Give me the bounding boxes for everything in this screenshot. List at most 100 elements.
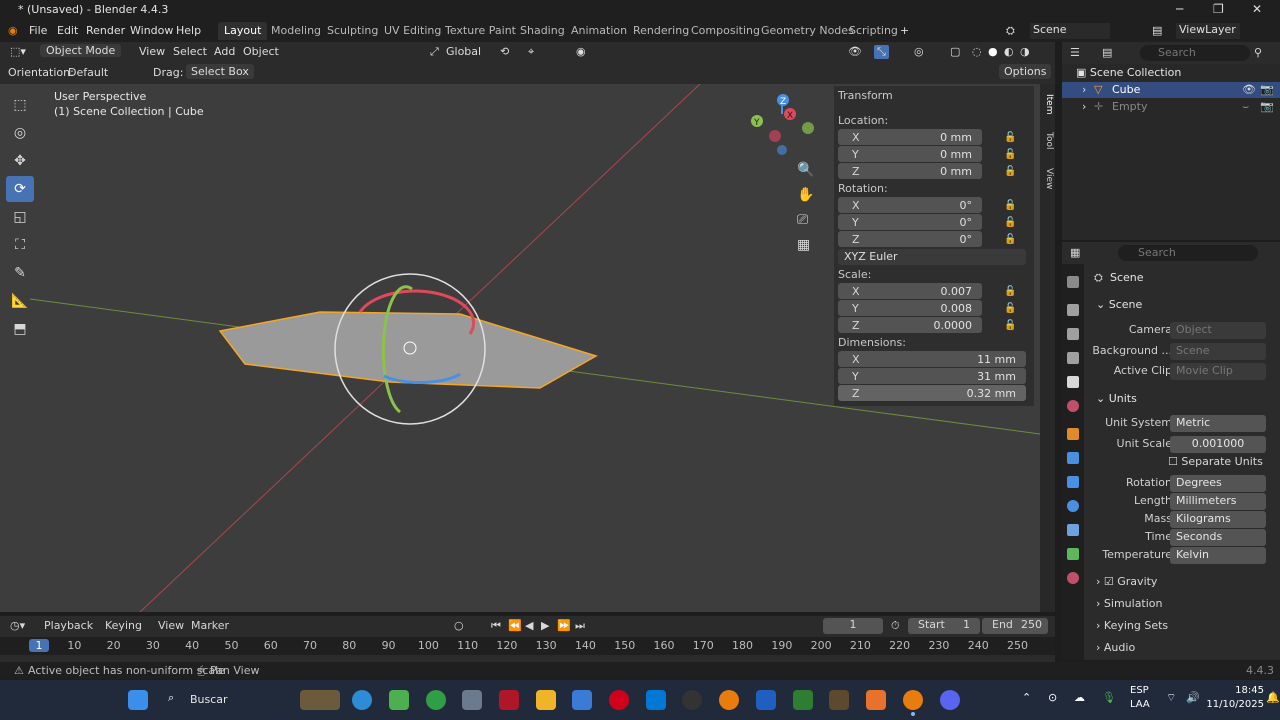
file-explorer-icon[interactable] — [536, 690, 556, 710]
widget-icon[interactable] — [300, 690, 340, 710]
rotation-y-field[interactable]: Y 0° — [838, 214, 982, 230]
filter-icon[interactable]: ⚲ — [1254, 46, 1262, 59]
object-tab-icon[interactable] — [1067, 428, 1079, 440]
properties-search-input[interactable]: Search — [1118, 245, 1258, 261]
viewlayer-selector[interactable]: ViewLayer — [1176, 23, 1240, 39]
start-frame-field[interactable]: Start 1 — [908, 618, 980, 634]
jump-end-icon[interactable]: ⏭ — [575, 619, 585, 633]
physics-tab-icon[interactable] — [1067, 500, 1079, 512]
add-workspace-icon[interactable]: + — [900, 24, 909, 37]
tab-texture-paint[interactable]: Texture Paint — [439, 22, 522, 40]
eye-closed-icon[interactable]: ⌣ — [1242, 100, 1249, 114]
tab-compositing[interactable]: Compositing — [685, 22, 766, 40]
simulation-panel-header[interactable]: › Simulation — [1096, 597, 1163, 610]
unit-scale-field[interactable]: 0.001000 — [1170, 436, 1266, 453]
lock-icon[interactable]: 🔓 — [1004, 234, 1016, 245]
minimize-icon[interactable]: ─ — [1176, 2, 1183, 16]
display-mode-icon[interactable]: ▤ — [1102, 46, 1112, 59]
tool-tab-icon[interactable] — [1067, 276, 1079, 288]
clock-date[interactable]: 11/10/2025 — [1204, 699, 1264, 710]
mode-dropdown[interactable]: Object Mode — [40, 44, 122, 57]
menu-add[interactable]: Add — [214, 45, 235, 58]
windows-start-icon[interactable] — [128, 690, 148, 710]
scene-collection[interactable]: ▣ Scene Collection — [1076, 66, 1181, 79]
camera-icon[interactable]: 📷 — [1260, 100, 1274, 113]
search-icon[interactable]: ⌕ — [168, 691, 174, 705]
world-tab-icon[interactable] — [1067, 400, 1079, 412]
cursor-icon[interactable]: ◎ — [6, 120, 34, 146]
move-icon[interactable]: ✥ — [6, 148, 34, 174]
frame-ruler[interactable]: 1 10 20 30 40 50 60 70 80 90 100 110 120 130 140 150 160… — [0, 637, 1055, 655]
particles-tab-icon[interactable] — [1067, 476, 1079, 488]
tab-scripting[interactable]: Scripting — [843, 22, 904, 40]
lock-icon[interactable]: 🔓 — [1004, 166, 1016, 177]
dimensions-z-field[interactable]: Z 0.32 mm — [838, 385, 1026, 401]
keying-menu[interactable]: Keying — [105, 619, 142, 632]
current-frame-field[interactable]: 1 — [823, 618, 883, 634]
app-icon[interactable] — [389, 690, 409, 710]
settings-icon[interactable] — [462, 690, 482, 710]
dimensions-x-field[interactable]: X 11 mm — [838, 351, 1026, 367]
virtualbox-icon[interactable] — [756, 690, 776, 710]
add-cube-icon[interactable]: ⬒ — [6, 316, 34, 342]
menu-window[interactable]: Window — [130, 24, 173, 37]
scale-x-field[interactable]: X 0.007 — [838, 283, 982, 299]
lock-icon[interactable]: 🔓 — [1004, 286, 1016, 297]
edge-icon[interactable] — [352, 690, 372, 710]
lang-region[interactable]: LAA — [1130, 699, 1150, 710]
tab-item[interactable]: Item — [1041, 94, 1054, 115]
pivot-icon[interactable]: ⟲ — [500, 45, 509, 58]
xbox-icon[interactable] — [426, 690, 446, 710]
active-clip-field[interactable]: Movie Clip — [1170, 363, 1266, 380]
fl-studio-icon[interactable] — [866, 690, 886, 710]
end-frame-field[interactable]: End 250 — [982, 618, 1048, 634]
time-unit-dropdown[interactable]: Seconds — [1170, 529, 1266, 546]
play-icon[interactable]: ▶ — [541, 619, 549, 632]
outliner-item-cube[interactable]: › ▽ Cube 👁 📷 — [1062, 82, 1280, 98]
play-reverse-icon[interactable]: ◀ — [525, 619, 533, 632]
blender-icon[interactable] — [719, 690, 739, 710]
lock-icon[interactable]: 🔓 — [1004, 200, 1016, 211]
dimensions-y-field[interactable]: Y 31 mm — [838, 368, 1026, 384]
maximize-icon[interactable]: ❐ — [1213, 2, 1224, 16]
prev-keyframe-icon[interactable]: ⏪ — [508, 619, 522, 632]
rendered-shading-icon[interactable]: ◑ — [1020, 45, 1030, 58]
scene-panel-header[interactable]: ⌄ Scene — [1096, 298, 1142, 311]
rotate-icon[interactable]: ⟳ — [6, 176, 34, 202]
annotate-icon[interactable]: ✎ — [6, 260, 34, 286]
scale-y-field[interactable]: Y 0.008 — [838, 300, 982, 316]
timeline-view-menu[interactable]: View — [158, 619, 184, 632]
outliner-item-empty[interactable]: › ✛ Empty ⌣ 📷 — [1062, 99, 1280, 115]
clock-icon[interactable]: ⏱ — [891, 619, 900, 633]
wireframe-shading-icon[interactable]: ◌ — [972, 45, 982, 58]
lang-code[interactable]: ESP — [1130, 685, 1149, 696]
location-x-field[interactable]: X 0 mm — [838, 129, 982, 145]
hand-pan-icon[interactable]: ✋ — [797, 187, 814, 203]
scene-icon[interactable]: ⛭ — [1006, 24, 1015, 38]
tab-uv-editing[interactable]: UV Editing — [378, 22, 447, 40]
render-tab-icon[interactable] — [1067, 304, 1079, 316]
jump-start-icon[interactable]: ⏮ — [491, 619, 501, 633]
camera-field[interactable]: Object — [1170, 322, 1266, 339]
lock-icon[interactable]: 🔓 — [1004, 132, 1016, 143]
background-field[interactable]: Scene — [1170, 343, 1266, 360]
lock-icon[interactable]: 🔓 — [1004, 320, 1016, 331]
drag-dropdown[interactable]: Select Box — [186, 64, 254, 79]
expand-arrow-icon[interactable]: › — [1082, 83, 1086, 96]
rotation-x-field[interactable]: X 0° — [838, 197, 982, 213]
transform-orientation-icon[interactable]: ⤢ — [430, 45, 439, 59]
outliner-editor-icon[interactable]: ☰ — [1070, 46, 1080, 59]
menu-select[interactable]: Select — [173, 45, 207, 58]
data-tab-icon[interactable] — [1067, 548, 1079, 560]
app-red-icon[interactable] — [499, 690, 519, 710]
store-icon[interactable] — [572, 690, 592, 710]
lock-icon[interactable]: 🔓 — [1004, 217, 1016, 228]
menu-view[interactable]: View — [139, 45, 165, 58]
minecraft-icon[interactable] — [793, 690, 813, 710]
rotation-z-field[interactable]: Z 0° — [838, 231, 982, 247]
tab-tool[interactable]: Tool — [1041, 132, 1054, 149]
blender-logo-icon[interactable]: ◉ — [8, 24, 18, 37]
temperature-unit-dropdown[interactable]: Kelvin — [1170, 547, 1266, 564]
separate-units-checkbox[interactable]: ☐ Separate Units — [1168, 455, 1263, 468]
length-unit-dropdown[interactable]: Millimeters — [1170, 493, 1266, 510]
